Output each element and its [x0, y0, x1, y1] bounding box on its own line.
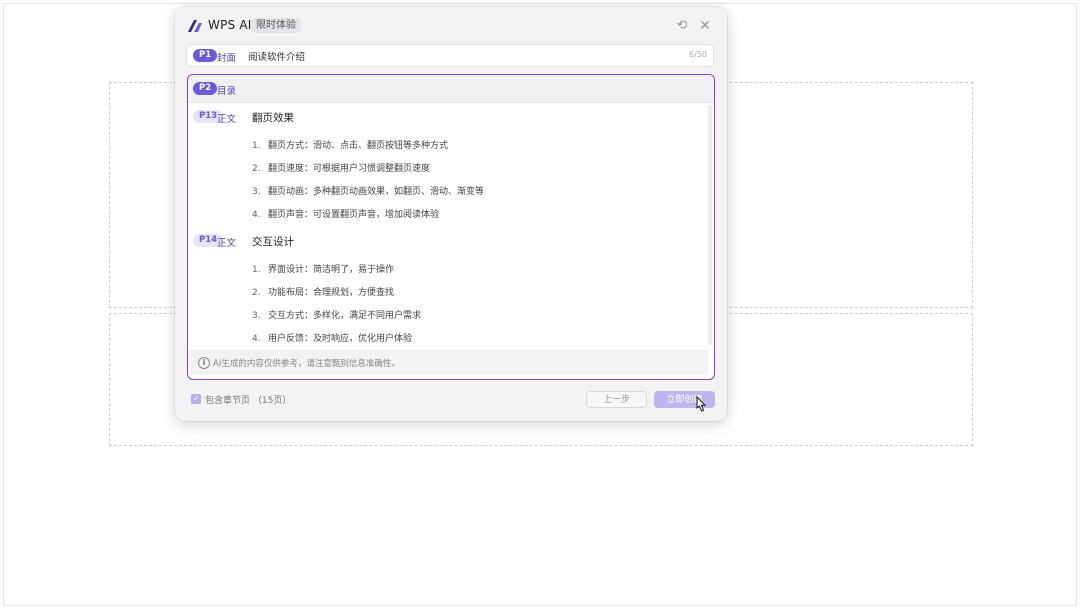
list-item[interactable]: 2. 翻页速度：可根据用户习惯调整翻页速度 — [252, 161, 430, 174]
page-badge: P1 — [193, 49, 218, 62]
include-chapter-label[interactable]: 包含章节页 （15页） — [205, 393, 291, 406]
wps-ai-dialog: WPS AI 限时体验 ⟲ ✕ P1 封面 6/50 P2 目录 P13 正文 … — [175, 7, 727, 421]
include-chapter-checkbox[interactable]: ✓ — [191, 394, 201, 404]
section-title[interactable]: 交互设计 — [252, 234, 294, 249]
close-icon[interactable]: ✕ — [698, 19, 712, 33]
mouse-cursor-icon — [696, 396, 707, 412]
list-item[interactable]: 1. 翻页方式：滑动、点击、翻页按钮等多种方式 — [252, 138, 448, 151]
disclaimer-text: AI生成的内容仅供参考，请注意甄别信息准确性。 — [213, 359, 400, 369]
outline-scrollbar[interactable] — [708, 105, 712, 345]
list-item[interactable]: 1. 界面设计：简洁明了，易于操作 — [252, 262, 394, 275]
list-item[interactable]: 2. 功能布局：合理规划，方便查找 — [252, 285, 394, 298]
prev-button[interactable]: 上一步 — [586, 391, 647, 408]
toc-row[interactable]: P2 目录 — [188, 75, 714, 103]
section-type-label: 目录 — [217, 86, 237, 97]
cover-title-input[interactable] — [248, 49, 648, 63]
char-count: 6/50 — [689, 50, 707, 59]
section-type-label: 正文 — [217, 238, 237, 249]
list-item[interactable]: 4. 用户反馈：及时响应，优化用户体验 — [252, 331, 412, 344]
refresh-icon[interactable]: ⟲ — [675, 19, 689, 33]
cover-page-row[interactable]: P1 封面 6/50 — [186, 44, 714, 67]
list-item[interactable]: 3. 翻页动画：多种翻页动画效果，如翻页、滑动、渐变等 — [252, 184, 484, 197]
outline-panel[interactable]: P2 目录 P13 正文 翻页效果 1. 翻页方式：滑动、点击、翻页按钮等多种方式… — [187, 74, 715, 380]
list-item[interactable]: 3. 交互方式：多样化，满足不同用户需求 — [252, 308, 421, 321]
trial-badge: 限时体验 — [251, 18, 301, 33]
app-title: WPS AI — [208, 18, 252, 32]
section-type-label: 正文 — [217, 114, 237, 125]
section-title[interactable]: 翻页效果 — [252, 110, 294, 125]
page-badge: P2 — [193, 82, 218, 95]
section-type-label: 封面 — [217, 53, 237, 64]
wps-ai-logo-icon — [188, 20, 202, 32]
list-item[interactable]: 4. 翻页声音：可设置翻页声音，增加阅读体验 — [252, 207, 439, 220]
page-count: （15页） — [252, 396, 292, 406]
ai-disclaimer: i AI生成的内容仅供参考，请注意甄别信息准确性。 — [188, 350, 708, 375]
info-icon: i — [198, 357, 210, 369]
dialog-header: WPS AI 限时体验 ⟲ ✕ — [175, 7, 727, 45]
